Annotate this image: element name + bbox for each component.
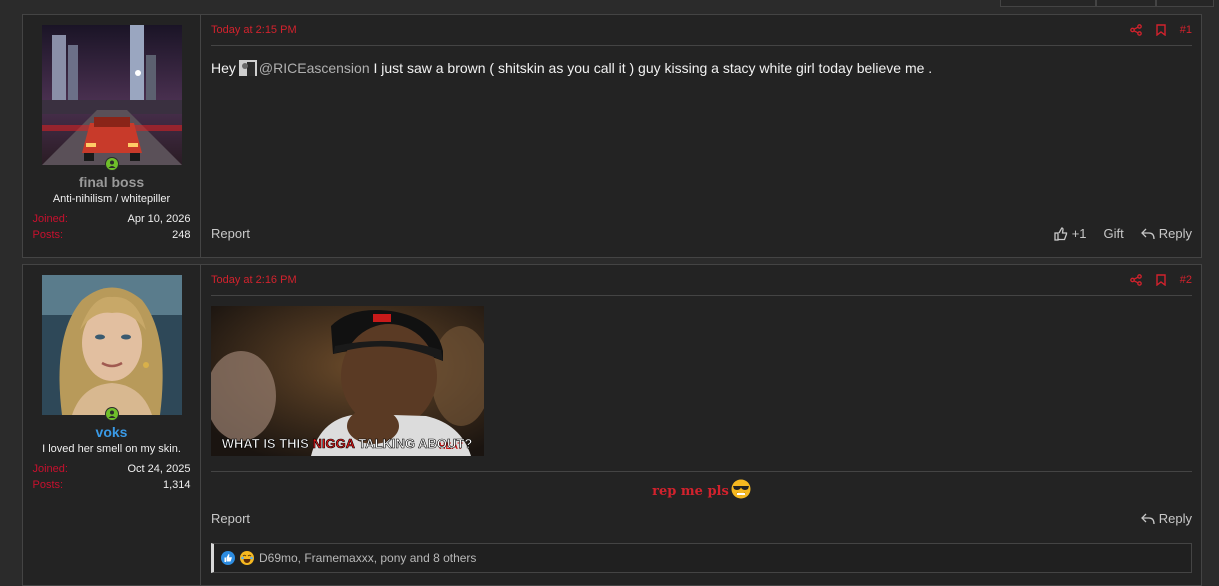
username[interactable]: final boss — [79, 174, 144, 190]
user-stats: Joined: Apr 10, 2026 Posts: 248 — [33, 211, 191, 243]
joined-label: Joined: — [32, 463, 68, 475]
reactions-bar[interactable]: D69mo, Framemaxxx, pony and 8 others — [211, 543, 1192, 573]
reply-button[interactable]: Reply — [1140, 511, 1192, 526]
sunglasses-emoji-icon — [731, 479, 751, 503]
avatar-container — [41, 25, 182, 171]
mention-avatar — [238, 60, 257, 76]
message-header: Today at 2:15 PM #1 — [211, 15, 1192, 46]
thumbs-up-icon — [1054, 226, 1068, 241]
bookmark-icon[interactable] — [1156, 24, 1166, 36]
message-header: Today at 2:16 PM #2 — [211, 265, 1192, 296]
meme-caption: WHAT IS THIS NIGGA TALKING ABOUT? — [222, 436, 473, 451]
gift-button[interactable]: Gift — [1104, 226, 1124, 241]
top-tab-strip — [1000, 0, 1214, 8]
header-actions: #2 — [1129, 274, 1192, 286]
top-tab-1[interactable] — [1000, 0, 1096, 7]
reply-label: Reply — [1158, 226, 1192, 241]
post-time[interactable]: Today at 2:15 PM — [211, 24, 297, 36]
user-title: Anti-nihilism / whitepiller — [52, 193, 171, 205]
avatar-container — [41, 275, 182, 421]
footer-actions: Reply — [1140, 511, 1192, 526]
user-info: final boss Anti-nihilism / whitepiller J… — [23, 15, 201, 257]
reply-icon — [1140, 513, 1155, 525]
message-cell: Today at 2:16 PM #2 HEAT WHAT IS THIS NI… — [201, 265, 1201, 585]
post-number[interactable]: #1 — [1180, 24, 1192, 36]
message-footer: Report +1 Gift Reply — [211, 226, 1192, 241]
message-body: Hey @RICEascension I just saw a brown ( s… — [211, 59, 1192, 77]
message-cell: Today at 2:15 PM #1 Hey @RICEascension I … — [201, 15, 1201, 257]
user-info: voks I loved her smell on my skin. Joine… — [23, 265, 201, 585]
user-mention-link[interactable]: @RICEascension — [259, 60, 370, 76]
posts-label: Posts: — [32, 479, 64, 491]
message-text: I just saw a brown ( shitskin as you cal… — [369, 60, 933, 76]
posts-value: 248 — [172, 229, 191, 241]
reactions-text[interactable]: D69mo, Framemaxxx, pony and 8 others — [259, 551, 476, 565]
joined-value: Oct 24, 2025 — [127, 463, 191, 475]
reply-label: Reply — [1158, 511, 1192, 526]
header-actions: #1 — [1129, 24, 1192, 36]
top-tab-3[interactable] — [1156, 0, 1214, 7]
top-tab-2[interactable] — [1096, 0, 1156, 7]
reply-button[interactable]: Reply — [1140, 226, 1192, 241]
footer-actions: +1 Gift Reply — [1054, 226, 1192, 241]
greeting-text: Hey — [211, 60, 236, 76]
like-button[interactable]: +1 — [1054, 226, 1087, 241]
bookmark-icon[interactable] — [1156, 274, 1166, 286]
signature: rep me pls — [211, 479, 1192, 503]
joined-value: Apr 10, 2026 — [127, 213, 191, 225]
posts-value: 1,314 — [162, 479, 191, 491]
meme-image[interactable]: HEAT WHAT IS THIS NIGGA TALKING ABOUT? — [211, 306, 484, 456]
report-link[interactable]: Report — [211, 226, 250, 241]
share-icon[interactable] — [1129, 274, 1142, 286]
post-1: final boss Anti-nihilism / whitepiller J… — [22, 14, 1202, 258]
post-number[interactable]: #2 — [1180, 274, 1192, 286]
avatar[interactable] — [41, 275, 182, 415]
share-icon[interactable] — [1129, 24, 1142, 36]
signature-text: rep me pls — [652, 484, 729, 499]
laugh-reaction-icon — [240, 551, 254, 565]
like-reaction-icon — [221, 551, 235, 565]
message-footer: Report Reply — [211, 511, 1192, 526]
signature-divider — [211, 471, 1192, 472]
user-title: I loved her smell on my skin. — [42, 443, 181, 455]
post-2: voks I loved her smell on my skin. Joine… — [22, 264, 1202, 586]
like-count: +1 — [1071, 226, 1087, 241]
post-time[interactable]: Today at 2:16 PM — [211, 274, 297, 286]
avatar[interactable] — [41, 25, 182, 165]
report-link[interactable]: Report — [211, 511, 250, 526]
posts-label: Posts: — [32, 229, 64, 241]
user-stats: Joined: Oct 24, 2025 Posts: 1,314 — [33, 461, 191, 493]
joined-label: Joined: — [32, 213, 68, 225]
online-icon — [104, 407, 119, 421]
username[interactable]: voks — [96, 424, 128, 440]
online-icon — [104, 157, 119, 171]
reply-icon — [1140, 228, 1155, 240]
